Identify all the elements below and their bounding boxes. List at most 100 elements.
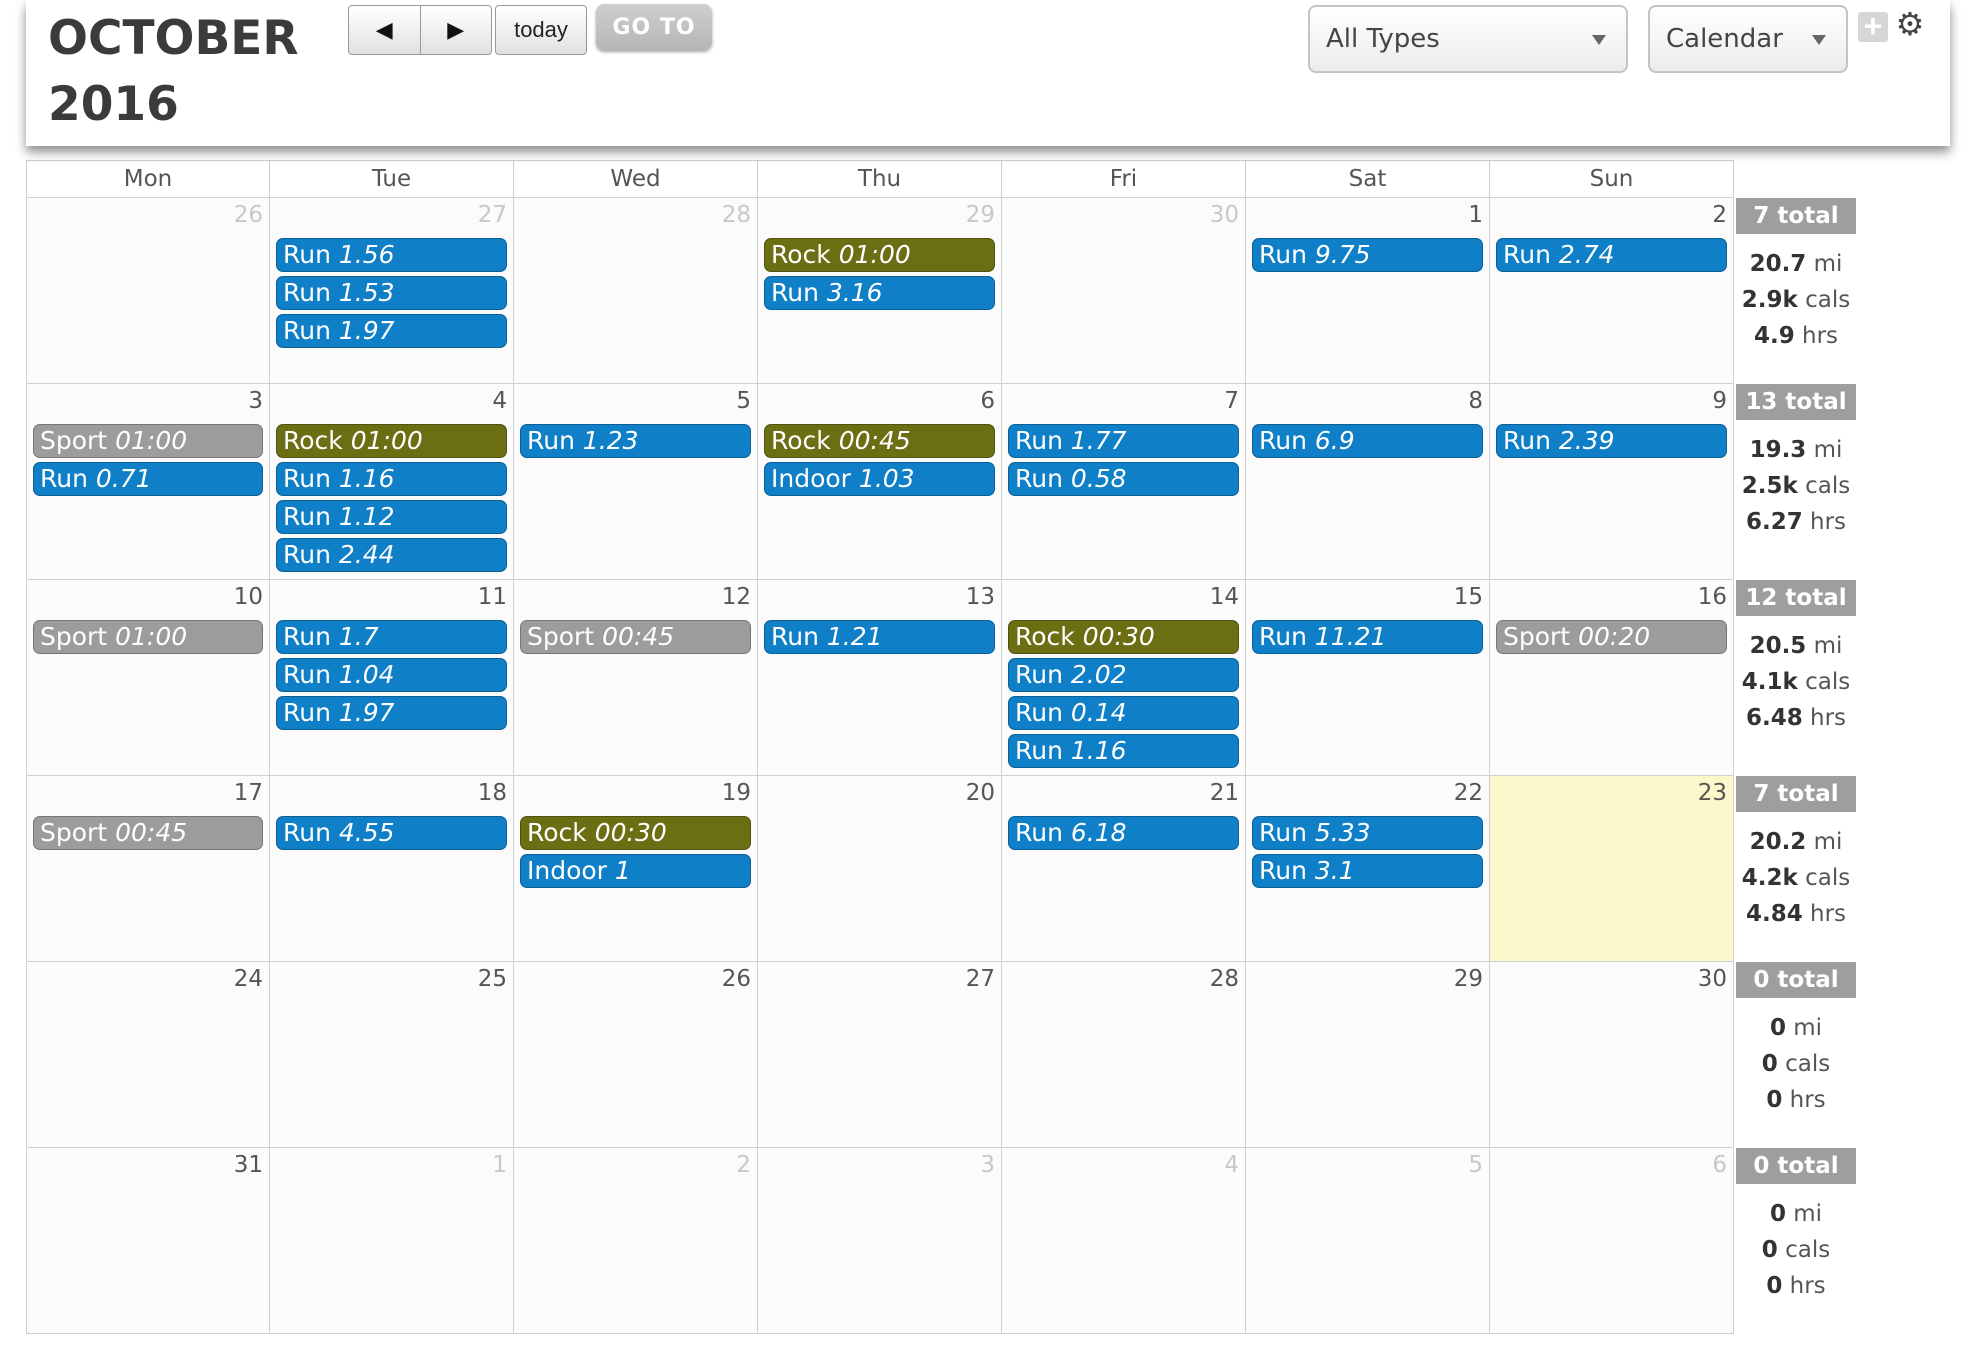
day-cell[interactable]: 29 — [1246, 962, 1490, 1148]
day-cell[interactable]: 3 Sport 01:00 Run 0.71 — [26, 384, 270, 580]
day-cell[interactable]: 4 Rock 01:00 Run 1.16 Run 1.12 Run 2.44 — [270, 384, 514, 580]
event-run[interactable]: Run 2.44 — [276, 538, 507, 572]
day-cell[interactable]: 5 Run 1.23 — [514, 384, 758, 580]
day-cell[interactable]: 6 Rock 00:45 Indoor 1.03 — [758, 384, 1002, 580]
day-cell[interactable]: 20 — [758, 776, 1002, 962]
event-rock[interactable]: Rock 00:30 — [1008, 620, 1239, 654]
stat-value: 6.48 — [1745, 705, 1803, 731]
day-cell[interactable]: 25 — [270, 962, 514, 1148]
event-run[interactable]: Run 5.33 — [1252, 816, 1483, 850]
day-cell[interactable]: 27 — [758, 962, 1002, 1148]
event-sport[interactable]: Sport 00:45 — [520, 620, 751, 654]
event-rock[interactable]: Rock 01:00 — [764, 238, 995, 272]
event-run[interactable]: Run 2.74 — [1496, 238, 1727, 272]
day-cell[interactable]: 28 — [1002, 962, 1246, 1148]
day-cell[interactable]: 15 Run 11.21 — [1246, 580, 1490, 776]
event-run[interactable]: Run 1.97 — [276, 314, 507, 348]
day-cell[interactable]: 21 Run 6.18 — [1002, 776, 1246, 962]
day-cell[interactable]: 12 Sport 00:45 — [514, 580, 758, 776]
event-run[interactable]: Run 3.16 — [764, 276, 995, 310]
day-cell[interactable]: 31 — [26, 1148, 270, 1334]
day-cell[interactable]: 30 — [1002, 198, 1246, 384]
event-run[interactable]: Run 1.04 — [276, 658, 507, 692]
day-cell[interactable]: 27 Run 1.56 Run 1.53 Run 1.97 — [270, 198, 514, 384]
event-run[interactable]: Run 9.75 — [1252, 238, 1483, 272]
day-cell[interactable]: 26 — [26, 198, 270, 384]
event-run[interactable]: Run 6.18 — [1008, 816, 1239, 850]
day-cell-today[interactable]: 23 — [1490, 776, 1734, 962]
day-cell[interactable]: 2 — [514, 1148, 758, 1334]
event-sport[interactable]: Sport 00:20 — [1496, 620, 1727, 654]
day-cell[interactable]: 10 Sport 01:00 — [26, 580, 270, 776]
event-run[interactable]: Run 2.02 — [1008, 658, 1239, 692]
day-cell[interactable]: 28 — [514, 198, 758, 384]
event-run[interactable]: Run 0.71 — [33, 462, 263, 496]
event-rock[interactable]: Rock 00:30 — [520, 816, 751, 850]
event-rock[interactable]: Rock 01:00 — [276, 424, 507, 458]
event-run[interactable]: Run 1.16 — [1008, 734, 1239, 768]
event-run[interactable]: Run 11.21 — [1252, 620, 1483, 654]
day-cell[interactable]: 8 Run 6.9 — [1246, 384, 1490, 580]
stat-mi: 20.5 mi — [1736, 628, 1856, 664]
day-cell[interactable]: 6 — [1490, 1148, 1734, 1334]
event-indoor[interactable]: Indoor 1 — [520, 854, 751, 888]
week-row: 31 1 2 3 4 5 6 0 total 0 mi 0 cals 0 hrs — [26, 1148, 1856, 1334]
day-cell[interactable]: 14 Rock 00:30 Run 2.02 Run 0.14 Run 1.16 — [1002, 580, 1246, 776]
event-run[interactable]: Run 1.77 — [1008, 424, 1239, 458]
day-cell[interactable]: 17 Sport 00:45 — [26, 776, 270, 962]
event-run[interactable]: Run 1.97 — [276, 696, 507, 730]
day-cell[interactable]: 22 Run 5.33 Run 3.1 — [1246, 776, 1490, 962]
weekday-label: Tue — [270, 160, 514, 198]
today-button[interactable]: today — [495, 5, 587, 55]
day-cell[interactable]: 7 Run 1.77 Run 0.58 — [1002, 384, 1246, 580]
add-icon[interactable]: + — [1858, 10, 1888, 42]
day-cell[interactable]: 18 Run 4.55 — [270, 776, 514, 962]
event-run[interactable]: Run 1.12 — [276, 500, 507, 534]
next-month-button[interactable]: ▶ — [419, 6, 492, 54]
day-cell[interactable]: 16 Sport 00:20 — [1490, 580, 1734, 776]
day-cell[interactable]: 13 Run 1.21 — [758, 580, 1002, 776]
activity-type-select[interactable]: All Types — [1308, 5, 1628, 73]
event-rock[interactable]: Rock 00:45 — [764, 424, 995, 458]
event-run[interactable]: Run 1.16 — [276, 462, 507, 496]
day-cell[interactable]: 30 — [1490, 962, 1734, 1148]
event-run[interactable]: Run 1.21 — [764, 620, 995, 654]
event-run[interactable]: Run 1.56 — [276, 238, 507, 272]
day-cell[interactable]: 5 — [1246, 1148, 1490, 1334]
event-indoor[interactable]: Indoor 1.03 — [764, 462, 995, 496]
stat-mi: 20.2 mi — [1736, 824, 1856, 860]
day-number: 3 — [248, 388, 263, 414]
event-sport[interactable]: Sport 01:00 — [33, 424, 263, 458]
gear-icon[interactable]: ⚙ — [1894, 6, 1926, 42]
day-number: 5 — [736, 388, 751, 414]
event-run[interactable]: Run 6.9 — [1252, 424, 1483, 458]
event-list: Run 1.7 Run 1.04 Run 1.97 — [276, 620, 507, 734]
prev-month-button[interactable]: ◀ — [349, 6, 420, 54]
view-select[interactable]: Calendar — [1648, 5, 1848, 73]
event-run[interactable]: Run 1.23 — [520, 424, 751, 458]
stat-mi: 20.7 mi — [1736, 246, 1856, 282]
day-cell[interactable]: 1 Run 9.75 — [1246, 198, 1490, 384]
day-cell[interactable]: 3 — [758, 1148, 1002, 1334]
day-cell[interactable]: 4 — [1002, 1148, 1246, 1334]
event-run[interactable]: Run 2.39 — [1496, 424, 1727, 458]
event-run[interactable]: Run 4.55 — [276, 816, 507, 850]
event-run[interactable]: Run 1.53 — [276, 276, 507, 310]
event-run[interactable]: Run 0.14 — [1008, 696, 1239, 730]
goto-button[interactable]: GO TO — [596, 4, 712, 50]
day-cell[interactable]: 9 Run 2.39 — [1490, 384, 1734, 580]
event-run[interactable]: Run 3.1 — [1252, 854, 1483, 888]
day-cell[interactable]: 1 — [270, 1148, 514, 1334]
day-cell[interactable]: 2 Run 2.74 — [1490, 198, 1734, 384]
event-run[interactable]: Run 1.7 — [276, 620, 507, 654]
day-cell[interactable]: 24 — [26, 962, 270, 1148]
day-cell[interactable]: 19 Rock 00:30 Indoor 1 — [514, 776, 758, 962]
stat-unit: hrs — [1810, 509, 1847, 535]
event-run[interactable]: Run 0.58 — [1008, 462, 1239, 496]
event-sport[interactable]: Sport 00:45 — [33, 816, 263, 850]
day-cell[interactable]: 29 Rock 01:00 Run 3.16 — [758, 198, 1002, 384]
event-sport[interactable]: Sport 01:00 — [33, 620, 263, 654]
day-cell[interactable]: 11 Run 1.7 Run 1.04 Run 1.97 — [270, 580, 514, 776]
day-cell[interactable]: 26 — [514, 962, 758, 1148]
event-value: 1.03 — [858, 464, 915, 493]
